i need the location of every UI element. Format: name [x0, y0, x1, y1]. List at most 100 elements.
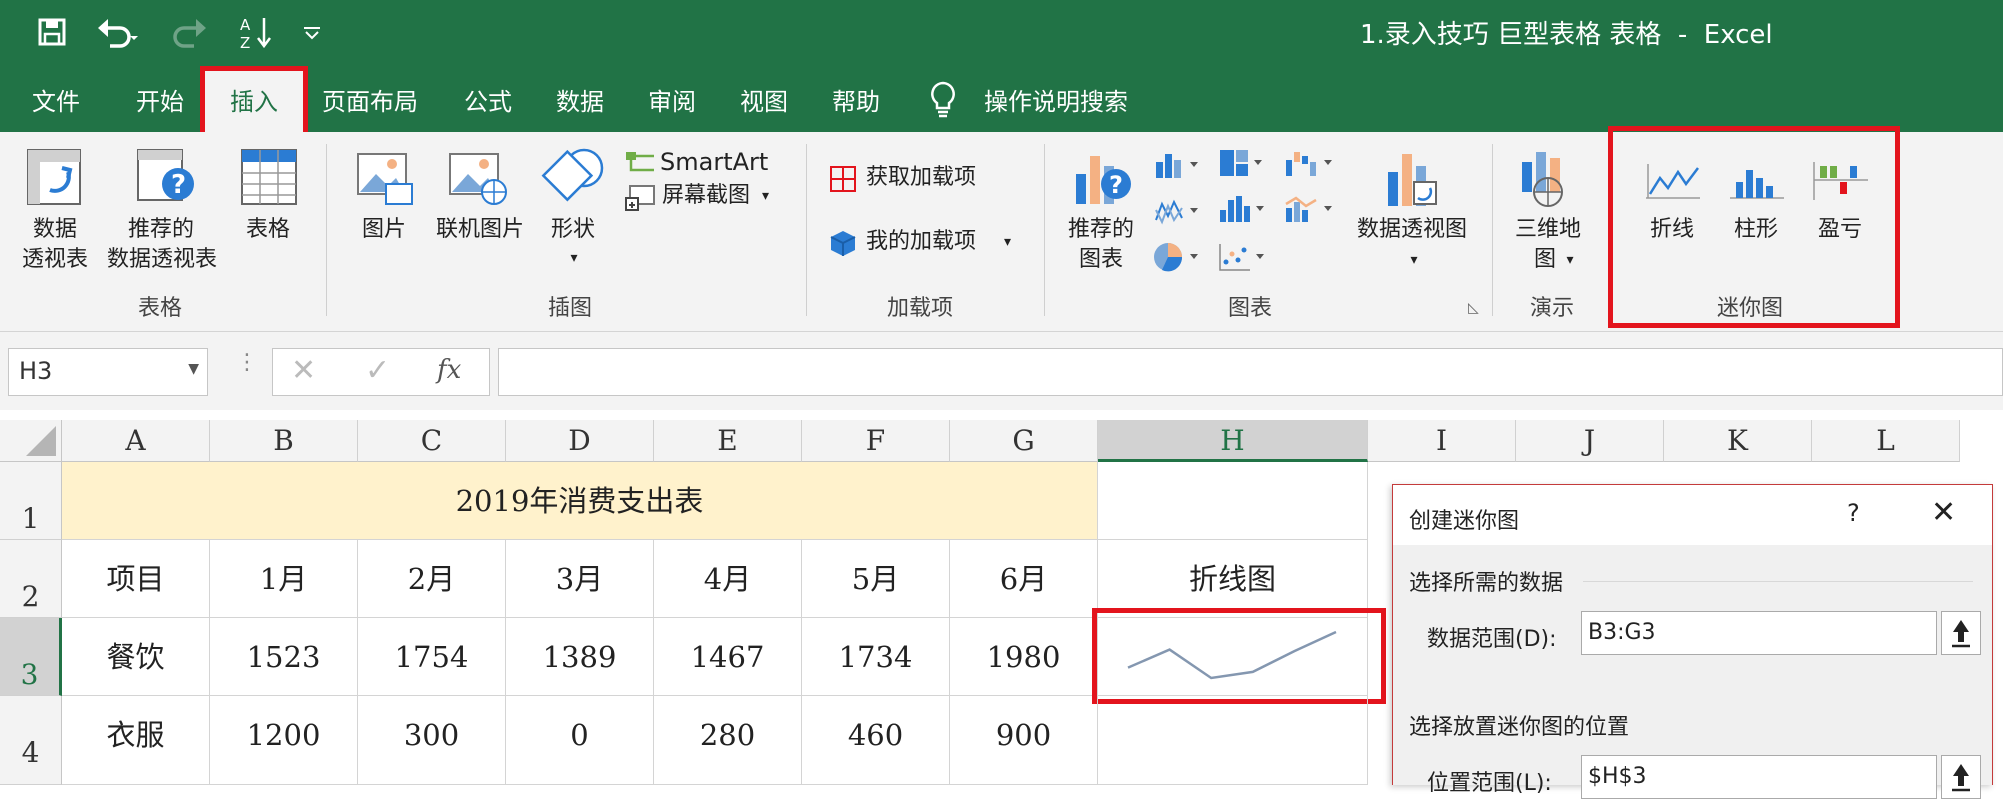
pivot-table-label-1: 数据 [32, 217, 77, 242]
header-cell[interactable]: 1月 [210, 540, 358, 618]
column-header-b[interactable]: B [210, 420, 358, 462]
header-cell[interactable]: 3月 [506, 540, 654, 618]
cell-h1[interactable] [1098, 462, 1368, 540]
location-range-value: $H$3 [1588, 764, 1647, 789]
name-box[interactable]: H3 ▼ [8, 348, 208, 396]
column-chart-icon[interactable] [1154, 150, 1202, 180]
data-cell[interactable]: 1754 [358, 618, 506, 696]
sort-icon[interactable]: AZ [240, 14, 274, 50]
data-cell[interactable]: 1467 [654, 618, 802, 696]
line-chart-icon[interactable] [1154, 196, 1202, 226]
insert-function-icon[interactable]: fx [437, 355, 461, 385]
customize-qat-icon[interactable] [302, 22, 322, 42]
data-cell[interactable]: 1734 [802, 618, 950, 696]
cell-h4[interactable] [1098, 696, 1368, 785]
data-cell[interactable]: 280 [654, 696, 802, 785]
data-cell[interactable]: 1980 [950, 618, 1098, 696]
undo-icon[interactable] [96, 16, 140, 48]
data-cell[interactable]: 餐饮 [62, 618, 210, 696]
row-header-3[interactable]: 3 [0, 618, 62, 696]
section-divider [1583, 581, 1973, 582]
data-cell[interactable]: 1523 [210, 618, 358, 696]
tab-file[interactable]: 文件 [32, 82, 80, 117]
collapse-data-range-button[interactable] [1941, 611, 1981, 655]
screenshot-label: 屏幕截图 [662, 183, 751, 208]
separator [326, 144, 327, 316]
row-header-4[interactable]: 4 [0, 696, 62, 785]
svg-text:?: ? [171, 170, 186, 200]
scatter-chart-icon[interactable] [1218, 242, 1266, 274]
column-header-g[interactable]: G [950, 420, 1098, 462]
column-header-h[interactable]: H [1098, 420, 1368, 462]
collapse-location-range-button[interactable] [1941, 755, 1981, 799]
smartart-icon [626, 152, 654, 172]
column-header-k[interactable]: K [1664, 420, 1812, 462]
column-header-l[interactable]: L [1812, 420, 1960, 462]
statistic-chart-icon[interactable] [1218, 194, 1266, 226]
title-bar: AZ 1.录入技巧 巨型表格 表格 - Excel [0, 0, 2003, 64]
tab-home[interactable]: 开始 [136, 82, 184, 117]
data-range-label: 数据范围(D): [1427, 627, 1557, 652]
screenshot-dropdown-icon: ▾ [762, 188, 770, 204]
recommended-pivot-label-1: 推荐的 [127, 217, 194, 242]
sheet-title-cell[interactable]: 2019年消费支出表 [62, 462, 1098, 540]
column-header-c[interactable]: C [358, 420, 506, 462]
header-cell[interactable]: 5月 [802, 540, 950, 618]
column-header-d[interactable]: D [506, 420, 654, 462]
data-cell[interactable]: 900 [950, 696, 1098, 785]
dialog-help-button[interactable]: ? [1847, 499, 1860, 527]
hierarchy-chart-icon[interactable] [1218, 148, 1266, 180]
select-all-triangle-icon [26, 426, 56, 456]
select-all-button[interactable] [0, 420, 62, 462]
charts-dialog-launcher-icon[interactable]: ◺ [1468, 294, 1479, 322]
data-cell[interactable]: 1200 [210, 696, 358, 785]
window-title: 1.录入技巧 巨型表格 表格 - Excel [1360, 20, 1773, 50]
svg-text:?: ? [1109, 171, 1123, 199]
tab-data[interactable]: 数据 [556, 82, 604, 117]
save-icon[interactable] [38, 18, 66, 46]
recommended-charts-icon: ? [1076, 156, 1131, 204]
row-header-2[interactable]: 2 [0, 540, 62, 618]
name-box-dropdown-icon[interactable]: ▼ [188, 361, 199, 377]
tab-review[interactable]: 审阅 [648, 82, 696, 117]
smartart-label: SmartArt [660, 148, 769, 176]
tell-me-search[interactable]: 操作说明搜索 [984, 82, 1128, 117]
sparkline-header-cell[interactable]: 折线图 [1098, 540, 1368, 618]
create-sparklines-dialog: 创建迷你图 ? ✕ 选择所需的数据 数据范围(D): B3:G3 选择放置迷你图… [1392, 484, 1993, 799]
tab-formulas[interactable]: 公式 [464, 82, 512, 117]
pie-chart-icon[interactable] [1152, 240, 1202, 274]
3d-map-dropdown-icon: ▾ [1566, 252, 1574, 268]
header-cell[interactable]: 6月 [950, 540, 1098, 618]
tab-page-layout[interactable]: 页面布局 [322, 82, 418, 117]
data-cell[interactable]: 衣服 [62, 696, 210, 785]
column-header-e[interactable]: E [654, 420, 802, 462]
data-range-input[interactable]: B3:G3 [1581, 611, 1937, 655]
data-cell[interactable]: 1389 [506, 618, 654, 696]
column-header-f[interactable]: F [802, 420, 950, 462]
data-cell[interactable]: 460 [802, 696, 950, 785]
combo-chart-icon[interactable] [1284, 194, 1336, 226]
header-cell[interactable]: 4月 [654, 540, 802, 618]
dialog-close-icon[interactable]: ✕ [1931, 495, 1956, 530]
data-cell[interactable]: 0 [506, 696, 654, 785]
column-header-a[interactable]: A [62, 420, 210, 462]
row-header-1[interactable]: 1 [0, 462, 62, 540]
formula-input[interactable] [498, 348, 2003, 396]
cancel-formula-icon[interactable]: ✕ [291, 353, 316, 388]
location-range-input[interactable]: $H$3 [1581, 755, 1937, 799]
data-range-value: B3:G3 [1588, 620, 1656, 645]
recommended-pivot-label-2: 数据透视表 [106, 247, 217, 272]
column-header-j[interactable]: J [1516, 420, 1664, 462]
data-cell[interactable]: 300 [358, 696, 506, 785]
enter-formula-icon[interactable]: ✓ [365, 353, 390, 388]
tab-view[interactable]: 视图 [740, 82, 788, 117]
tab-help[interactable]: 帮助 [832, 82, 880, 117]
header-cell[interactable]: 项目 [62, 540, 210, 618]
recommended-pivot-icon: ? [137, 149, 194, 201]
column-header-i[interactable]: I [1368, 420, 1516, 462]
recommended-charts-label-1: 推荐的 [1067, 217, 1134, 242]
svg-text:Z: Z [240, 34, 250, 50]
waterfall-chart-icon[interactable] [1284, 148, 1336, 180]
redo-icon[interactable] [168, 16, 212, 48]
header-cell[interactable]: 2月 [358, 540, 506, 618]
